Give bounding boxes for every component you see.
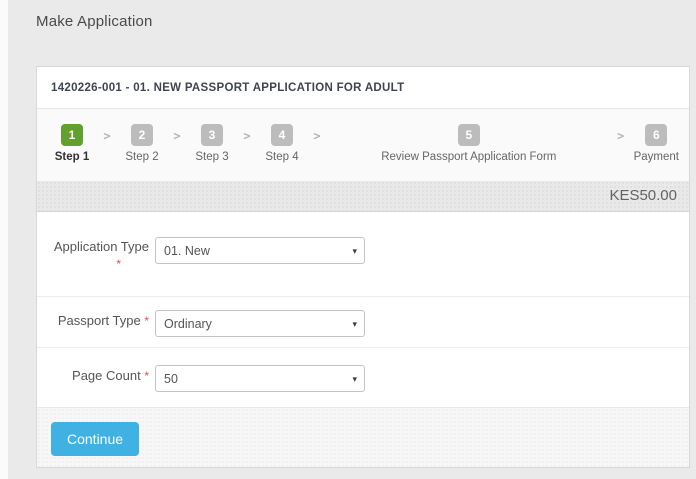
application-reference-title: 1420226-001 - 01. NEW PASSPORT APPLICATI…: [51, 82, 404, 94]
required-asterisk: *: [144, 369, 149, 383]
page-left-gutter: [0, 0, 8, 479]
caret-down-icon: ▾: [352, 374, 357, 384]
passport-type-select[interactable]: Ordinary ▾: [155, 310, 365, 337]
step-5-badge: 5: [458, 124, 480, 146]
fee-amount: KES50.00: [609, 187, 677, 204]
step-4-badge: 4: [271, 124, 293, 146]
passport-type-value: Ordinary: [164, 317, 212, 331]
application-type-row: Application Type * 01. New ▾: [37, 212, 689, 297]
application-form: Application Type * 01. New ▾ Passport Ty…: [37, 212, 689, 407]
chevron-right-icon: >: [304, 124, 330, 143]
step-3: 3 Step 3: [190, 124, 234, 163]
required-asterisk: *: [144, 314, 149, 328]
required-asterisk: *: [37, 257, 149, 271]
page-count-label: Page Count *: [37, 348, 149, 407]
wizard-steps: 1 Step 1 > 2 Step 2 > 3 Step 3 > 4 Step …: [37, 109, 689, 181]
chevron-right-icon: >: [94, 124, 120, 143]
step-2-badge: 2: [131, 124, 153, 146]
step-3-badge: 3: [201, 124, 223, 146]
caret-down-icon: ▾: [352, 319, 357, 329]
step-6: 6 Payment: [634, 124, 679, 163]
application-type-label: Application Type *: [37, 212, 149, 296]
chevron-right-icon: >: [234, 124, 260, 143]
passport-type-row: Passport Type * Ordinary ▾: [37, 297, 689, 348]
step-5: 5 Review Passport Application Form: [330, 124, 608, 163]
chevron-right-icon: >: [608, 124, 634, 143]
page-count-select[interactable]: 50 ▾: [155, 365, 365, 392]
step-4: 4 Step 4: [260, 124, 304, 163]
step-3-label: Step 3: [195, 151, 228, 163]
page-count-row: Page Count * 50 ▾: [37, 348, 689, 407]
panel-header: 1420226-001 - 01. NEW PASSPORT APPLICATI…: [37, 67, 689, 109]
chevron-right-icon: >: [164, 124, 190, 143]
step-4-label: Step 4: [265, 151, 298, 163]
step-6-badge: 6: [645, 124, 667, 146]
step-2-label: Step 2: [125, 151, 158, 163]
application-panel: 1420226-001 - 01. NEW PASSPORT APPLICATI…: [36, 66, 690, 468]
continue-button[interactable]: Continue: [51, 422, 139, 456]
step-1-label: Step 1: [55, 151, 90, 163]
caret-down-icon: ▾: [352, 246, 357, 256]
page-count-value: 50: [164, 372, 178, 386]
panel-footer: Continue: [37, 407, 689, 467]
step-5-label: Review Passport Application Form: [381, 151, 556, 163]
step-1-badge: 1: [61, 124, 83, 146]
step-1: 1 Step 1: [50, 124, 94, 163]
application-type-value: 01. New: [164, 244, 210, 258]
step-2: 2 Step 2: [120, 124, 164, 163]
application-type-select[interactable]: 01. New ▾: [155, 237, 365, 264]
page-title: Make Application: [36, 13, 153, 30]
passport-type-label: Passport Type *: [37, 297, 149, 347]
step-6-label: Payment: [634, 151, 679, 163]
fee-bar: KES50.00: [37, 181, 689, 212]
